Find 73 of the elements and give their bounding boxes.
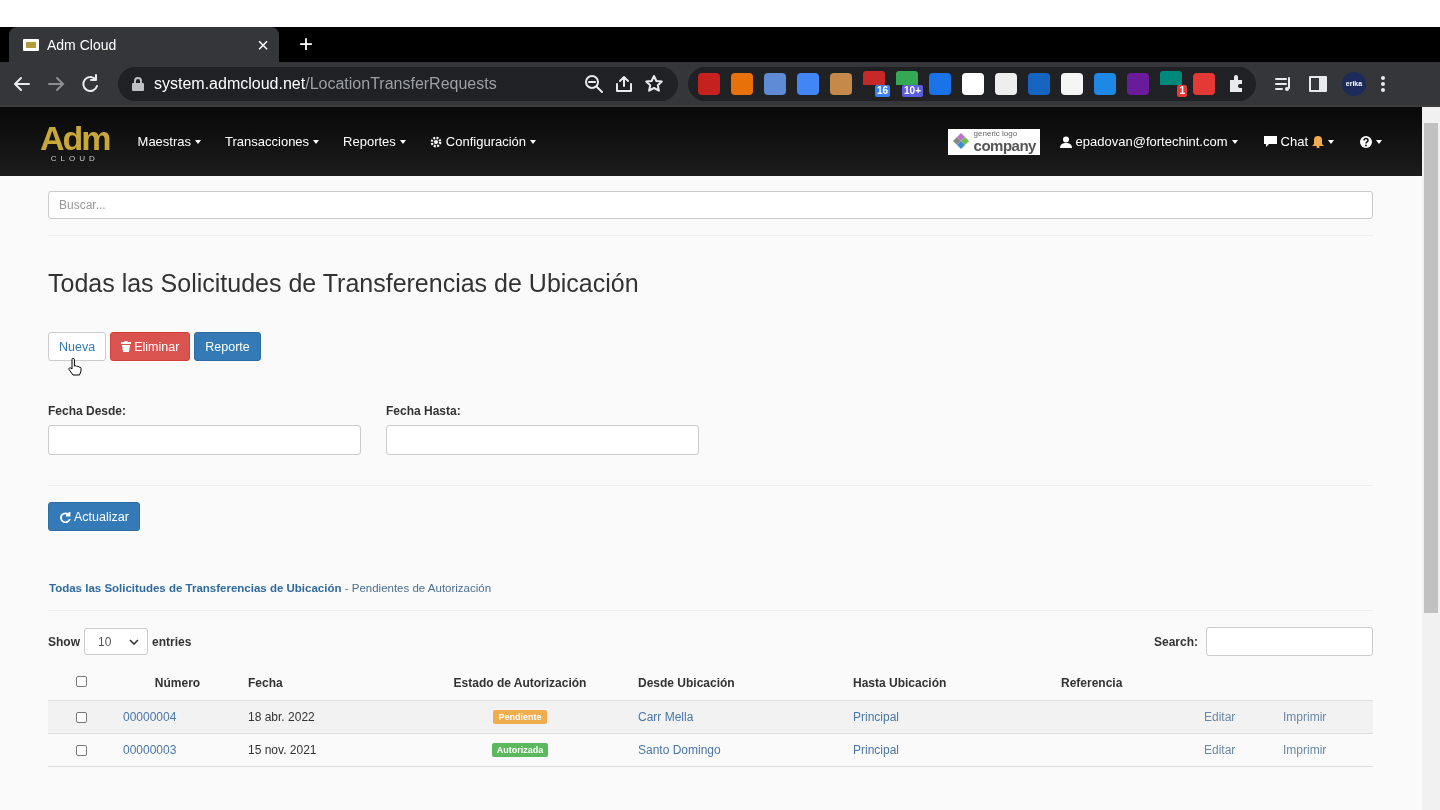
field-label: Fecha Desde: xyxy=(48,404,128,418)
share-icon[interactable] xyxy=(614,73,634,94)
new-button[interactable]: Nueva xyxy=(48,332,107,361)
scrollbar[interactable] xyxy=(1422,107,1440,810)
tab-title: Adm Cloud xyxy=(47,36,118,53)
extension-badge: 1 xyxy=(1177,84,1187,97)
panel-heading: Todas las Solicitudes de Transferencias de Ubicación - Pendientes de Autorización xyxy=(49,582,493,594)
column-header[interactable]: Estado de Autorización xyxy=(453,676,587,690)
row-checkbox[interactable] xyxy=(76,711,87,723)
zoom-out-icon[interactable] xyxy=(584,73,604,94)
bookmark-star-icon[interactable] xyxy=(644,73,664,94)
row-checkbox[interactable] xyxy=(76,676,87,687)
trash-icon xyxy=(121,341,132,352)
company-logo: generic logo company xyxy=(947,128,1040,155)
report-button[interactable]: Reporte xyxy=(194,332,261,361)
nav-menu[interactable]: Reportes xyxy=(343,134,406,149)
new-tab-button[interactable]: + xyxy=(299,32,313,56)
chat-menu[interactable]: Chat xyxy=(1263,134,1334,149)
lock-icon xyxy=(132,76,144,91)
nav-menu[interactable]: Transacciones xyxy=(225,134,320,149)
page-title: Todas las Solicitudes de Transferencias de Ubicación xyxy=(48,269,640,298)
extension-icon[interactable] xyxy=(962,72,984,95)
table-cell: 15 nov. 2021 xyxy=(248,743,317,757)
search-field[interactable]: Buscar... xyxy=(48,191,1373,219)
column-header[interactable]: Fecha xyxy=(248,676,283,690)
number-link[interactable]: 00000004 xyxy=(123,710,177,724)
site-favicon-icon xyxy=(23,38,39,51)
extension-icon[interactable] xyxy=(1061,72,1083,95)
search-label: Search: xyxy=(1153,634,1198,649)
location-link[interactable]: Santo Domingo xyxy=(638,743,721,757)
help-menu[interactable] xyxy=(1360,135,1382,148)
hand-pointer-icon xyxy=(68,358,82,376)
row-checkbox[interactable] xyxy=(76,744,87,756)
refresh-button[interactable]: Actualizar xyxy=(48,502,140,531)
gear-icon xyxy=(429,135,442,148)
nav-menu[interactable]: Maestras xyxy=(137,134,202,149)
address-bar[interactable]: system.admcloud.net/LocationTransferRequests xyxy=(118,66,678,101)
location-link[interactable]: Principal xyxy=(853,710,900,724)
print-link[interactable]: Imprimir xyxy=(1283,743,1327,757)
date-field[interactable] xyxy=(48,425,361,455)
location-link[interactable]: Principal xyxy=(853,743,900,757)
user-icon xyxy=(1059,135,1072,148)
date-field[interactable] xyxy=(386,425,699,455)
side-panel-icon[interactable] xyxy=(1308,73,1328,94)
close-tab-button[interactable]: × xyxy=(257,34,269,55)
column-header[interactable]: Desde Ubicación xyxy=(638,676,735,690)
nav-menu[interactable]: Configuración xyxy=(429,134,537,149)
status-label: Pendiente xyxy=(493,710,547,724)
chat-bubble-icon xyxy=(1263,135,1277,148)
column-header[interactable]: Referencia xyxy=(1061,676,1123,690)
field-label: Fecha Hasta: xyxy=(386,404,462,418)
show-label: Show xyxy=(48,634,80,649)
status-label: Autorizada xyxy=(491,743,549,757)
refresh-icon xyxy=(59,510,71,523)
url-text: system.admcloud.net/LocationTransferRequests xyxy=(154,74,498,93)
table-search-field[interactable] xyxy=(1206,627,1373,656)
page-size-select[interactable]: 10 xyxy=(84,628,148,655)
app-logo[interactable]: Adm CLOUD xyxy=(40,120,110,163)
help-icon xyxy=(1360,135,1372,148)
edit-link[interactable]: Editar xyxy=(1204,743,1236,757)
entries-label: entries xyxy=(152,634,192,649)
delete-button[interactable]: Eliminar xyxy=(110,332,191,361)
column-header[interactable]: Número xyxy=(154,676,201,690)
browser-tab[interactable]: Adm Cloud × xyxy=(9,27,279,62)
table-cell: 18 abr. 2022 xyxy=(248,710,315,724)
number-link[interactable]: 00000003 xyxy=(123,743,177,757)
extension-icon[interactable] xyxy=(995,72,1017,95)
chevron-down-icon xyxy=(129,638,139,645)
more-menu-icon[interactable] xyxy=(1380,73,1386,94)
bell-icon xyxy=(1312,135,1324,148)
column-header[interactable]: Hasta Ubicación xyxy=(853,676,947,690)
user-menu[interactable]: epadovan@fortechint.com xyxy=(1059,134,1238,149)
location-link[interactable]: Carr Mella xyxy=(638,710,694,724)
